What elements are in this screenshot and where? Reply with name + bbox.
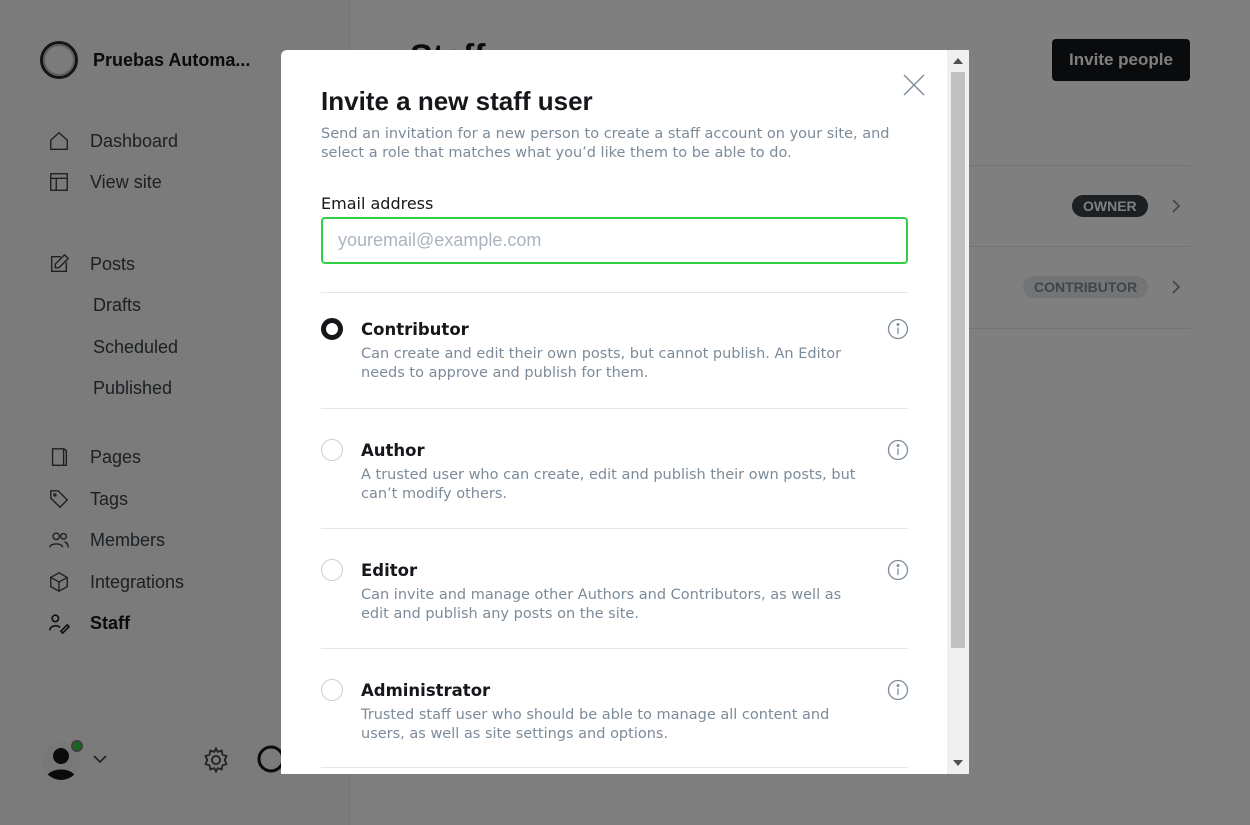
role-description: Can invite and manage other Authors and … — [361, 587, 842, 622]
scrollbar-thumb[interactable] — [951, 72, 965, 648]
info-icon[interactable] — [887, 439, 909, 461]
role-name: Editor — [361, 561, 418, 580]
role-description: Trusted staff user who should be able to… — [361, 707, 830, 742]
invite-staff-modal: Invite a new staff user Send an invitati… — [281, 50, 969, 774]
scroll-up-arrow-icon[interactable] — [953, 58, 963, 64]
modal-scrollbar[interactable] — [947, 50, 969, 774]
role-description: A trusted user who can create, edit and … — [361, 467, 856, 502]
role-description: Can create and edit their own posts, but… — [361, 346, 842, 381]
modal-description: Send an invitation for a new person to c… — [321, 126, 890, 161]
role-radio[interactable] — [321, 559, 343, 581]
role-option-administrator[interactable]: Administrator Trusted staff user who sho… — [321, 648, 909, 768]
role-option-editor[interactable]: Editor Can invite and manage other Autho… — [321, 528, 909, 648]
scroll-down-arrow-icon[interactable] — [953, 760, 963, 766]
role-name: Contributor — [361, 320, 469, 339]
role-name: Author — [361, 441, 425, 460]
role-option-contributor[interactable]: Contributor Can create and edit their ow… — [321, 292, 909, 408]
role-name: Administrator — [361, 681, 491, 700]
role-radio[interactable] — [321, 318, 343, 340]
info-icon[interactable] — [887, 559, 909, 581]
role-option-author[interactable]: Author A trusted user who can create, ed… — [321, 408, 909, 528]
email-label: Email address — [321, 194, 434, 213]
role-radio[interactable] — [321, 679, 343, 701]
modal-title: Invite a new staff user — [321, 86, 593, 116]
email-field[interactable] — [321, 217, 908, 264]
info-icon[interactable] — [887, 318, 909, 340]
info-icon[interactable] — [887, 679, 909, 701]
role-radio[interactable] — [321, 439, 343, 461]
close-icon[interactable] — [902, 73, 926, 97]
